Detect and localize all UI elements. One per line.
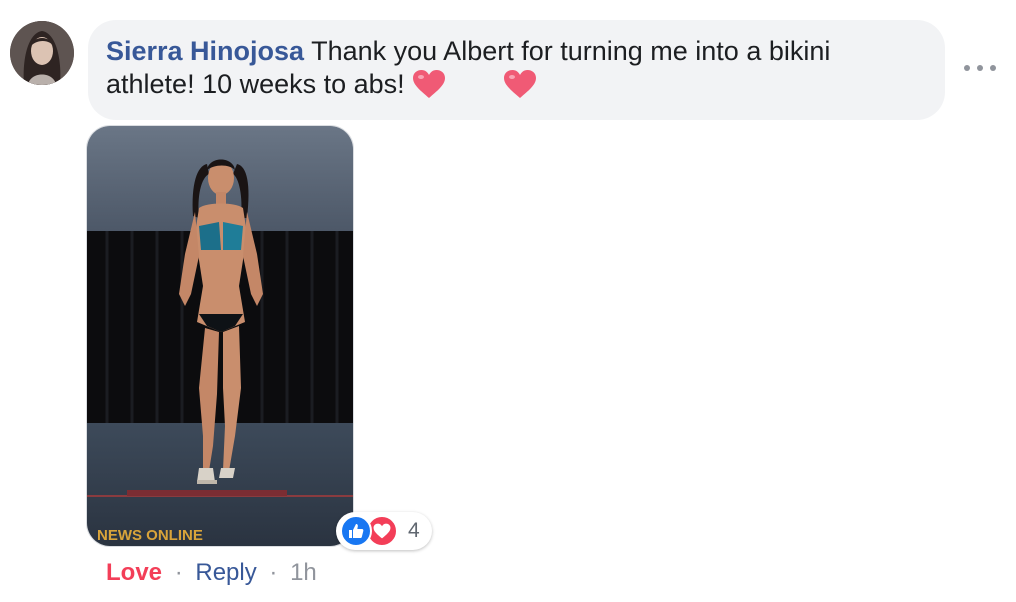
comment-bubble: Sierra Hinojosa Thank you Albert for tur… <box>88 20 945 120</box>
more-dot-icon <box>977 65 983 71</box>
separator: · <box>174 559 183 586</box>
separator: · <box>269 559 278 586</box>
reaction-summary[interactable]: 4 <box>336 512 432 550</box>
comment-photo[interactable]: NEWS ONLINE <box>86 125 354 547</box>
comment-actions: Love · Reply · 1h <box>106 558 317 588</box>
more-dot-icon <box>964 65 970 71</box>
comment-author[interactable]: Sierra Hinojosa <box>106 36 304 66</box>
avatar-image <box>10 21 74 85</box>
love-button[interactable]: Love <box>106 559 162 586</box>
reaction-count: 4 <box>408 519 420 542</box>
more-dot-icon <box>990 65 996 71</box>
photo-watermark: NEWS ONLINE <box>97 527 203 544</box>
heart-emoji-icon <box>413 70 446 98</box>
more-options-button[interactable] <box>964 58 996 78</box>
stage-photo: NEWS ONLINE <box>87 126 353 546</box>
avatar[interactable] <box>10 21 74 85</box>
like-reaction-icon <box>340 515 372 547</box>
reply-button[interactable]: Reply <box>195 559 256 586</box>
heart-emoji-icon <box>504 70 537 98</box>
comment-timestamp[interactable]: 1h <box>290 559 317 586</box>
